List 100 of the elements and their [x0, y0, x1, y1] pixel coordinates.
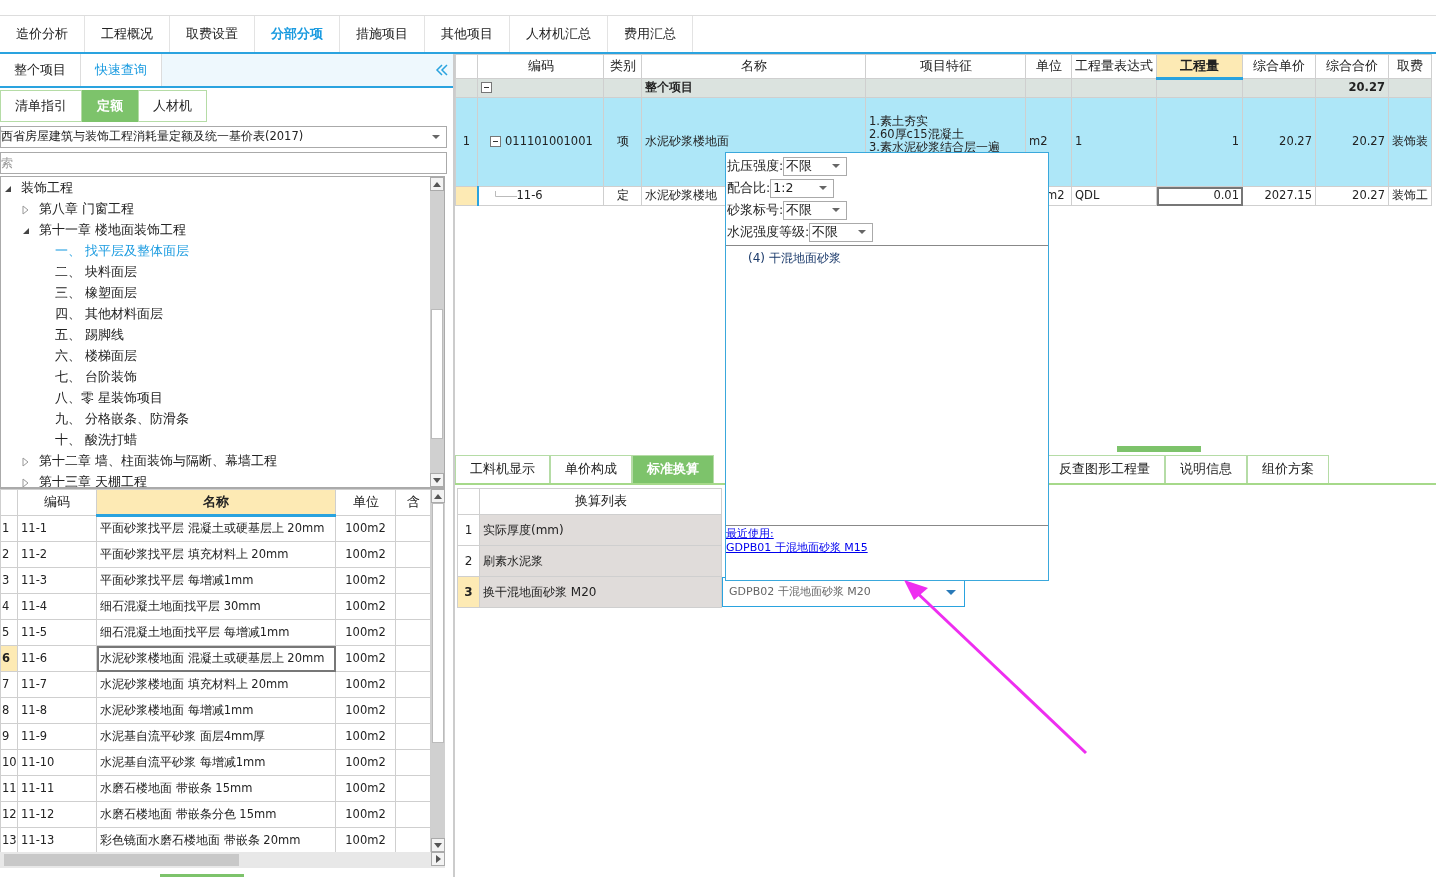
column-header[interactable]: 项目特征 [865, 54, 1026, 79]
column-header[interactable]: 综合合价 [1315, 54, 1389, 79]
table-cell: 细石混凝土地面找平层 30mm [96, 593, 336, 620]
scroll-up-button[interactable] [430, 177, 444, 191]
collapsed-icon[interactable] [21, 204, 31, 215]
table-cell: 100m2 [335, 801, 396, 828]
filter-label: 水泥强度等级: [727, 222, 810, 241]
tree-item[interactable]: 三、 橡塑面层 [55, 284, 137, 303]
tree-item[interactable]: 第十一章 楼地面装饰工程 [39, 221, 186, 240]
table-cell: 定 [603, 186, 642, 206]
tree-item[interactable]: 二、 块料面层 [55, 263, 137, 282]
table-cell: 11-9 [17, 723, 97, 750]
tree-item[interactable]: 六、 楼梯面层 [55, 347, 137, 366]
collapse-icon[interactable] [481, 82, 492, 94]
tree-item[interactable]: 八、零 星装饰项目 [55, 389, 163, 408]
tree-item[interactable]: 四、 其他材料面层 [55, 305, 163, 324]
filter-dropdown[interactable]: 不限 [809, 222, 874, 242]
tab[interactable]: 清单指引 [0, 90, 82, 122]
tree-item[interactable]: 五、 踢脚线 [55, 326, 124, 345]
filter-dropdown[interactable]: 不限 [783, 156, 848, 176]
right-arrow-icon [435, 855, 441, 863]
scroll-down-button[interactable] [431, 838, 445, 852]
column-header[interactable]: 编码 [477, 54, 604, 79]
column-header[interactable]: 名称 [96, 489, 336, 516]
tab[interactable]: 单价构成 [550, 455, 632, 483]
table-cell: 实际厚度(mm) [479, 514, 722, 546]
table-cell: 11-12 [17, 801, 97, 828]
column-header[interactable]: 取费 [1388, 54, 1432, 79]
scroll-up-button[interactable] [431, 489, 445, 503]
column-header[interactable]: 含 [395, 489, 431, 516]
column-header[interactable]: 名称 [641, 54, 866, 79]
tree-item[interactable]: 第十二章 墙、柱面装饰与隔断、幕墙工程 [39, 452, 277, 471]
row-number: 8 [0, 697, 18, 724]
filter-label: 抗压强度: [727, 156, 784, 175]
table-cell: 水磨石楼地面 带嵌条 15mm [96, 775, 336, 802]
row-number: 10 [0, 749, 18, 776]
row-number: 5 [0, 619, 18, 646]
column-header[interactable]: 单位 [1025, 54, 1072, 79]
recent-label[interactable]: 最近使用: [726, 527, 774, 541]
list-item[interactable]: (4) 干混地面砂浆 [748, 249, 1048, 267]
down-arrow-icon [434, 842, 442, 848]
collapsed-icon[interactable] [21, 456, 31, 467]
scroll-thumb[interactable] [431, 309, 443, 439]
tab[interactable]: 人材机 [138, 90, 207, 122]
tab[interactable]: 整个项目 [0, 54, 81, 86]
table-cell: 11-1 [17, 515, 97, 542]
row-number: 3 [0, 567, 18, 594]
table-cell: 100m2 [335, 567, 396, 594]
scroll-thumb[interactable] [432, 503, 444, 743]
tree-item[interactable]: 装饰工程 [21, 179, 73, 198]
tree-item[interactable]: 七、 台阶装饰 [55, 368, 137, 387]
column-header[interactable]: 工程量表达式 [1071, 54, 1157, 79]
tree-item[interactable]: 第八章 门窗工程 [39, 200, 134, 219]
tab[interactable]: 工料机显示 [455, 455, 550, 483]
resize-handle[interactable] [1117, 446, 1201, 452]
row-number: 6 [0, 645, 18, 672]
row-number: 11 [0, 775, 18, 802]
table-cell: 100m2 [335, 697, 396, 724]
table-cell: 装饰工 [1388, 186, 1432, 206]
filter-dropdown[interactable]: 不限 [783, 200, 848, 220]
row-number: 7 [0, 671, 18, 698]
row-number: 12 [0, 801, 18, 828]
column-header[interactable]: 编码 [17, 489, 97, 516]
column-header[interactable]: 换算列表 [479, 488, 722, 515]
feature-text: 1.素土夯实 2.60厚c15混凝土 3.素水泥砂浆结合层一遍 [869, 115, 1001, 154]
table-cell: 11-7 [17, 671, 97, 698]
scroll-down-button[interactable] [430, 473, 444, 487]
tree-item[interactable]: 第十三章 天棚工程 [39, 473, 147, 487]
table-cell: 11-6 [17, 645, 97, 672]
table-cell: 100m2 [335, 515, 396, 542]
tab[interactable]: 说明信息 [1165, 455, 1247, 483]
column-header[interactable]: 工程量 [1156, 54, 1243, 79]
table-cell: 0.01 [1156, 186, 1243, 206]
row-number: 1 [455, 97, 478, 187]
collapsed-icon[interactable] [21, 477, 31, 487]
collapse-icon[interactable] [490, 136, 501, 148]
recent-link[interactable]: GDPB01 干混地面砂浆 M15 [726, 541, 868, 555]
scroll-right-button[interactable] [431, 852, 445, 866]
up-arrow-icon [433, 181, 441, 187]
tree-item[interactable]: 十、 酸洗打蜡 [55, 431, 137, 450]
table-cell: QDL [1071, 186, 1157, 206]
table-cell: 1 [1156, 97, 1243, 187]
row-number: 9 [0, 723, 18, 750]
search-field[interactable]: 索 [0, 152, 447, 174]
library-dropdown[interactable]: 西省房屋建筑与装饰工程消耗量定额及统一基价表(2017) [0, 126, 447, 148]
table-cell: 11-2 [17, 541, 97, 568]
column-header[interactable]: 综合单价 [1242, 54, 1316, 79]
tree-item[interactable]: 九、 分格嵌条、防滑条 [55, 410, 189, 429]
filter-dropdown[interactable]: 1:2 [770, 178, 835, 198]
tab[interactable]: 组价方案 [1247, 455, 1329, 483]
table-cell: 11-10 [17, 749, 97, 776]
table-cell: 100m2 [335, 671, 396, 698]
row-number: 1 [0, 515, 18, 542]
table-cell: 水磨石楼地面 带嵌条分色 15mm [96, 801, 336, 828]
column-header[interactable]: 类别 [603, 54, 642, 79]
table-cell: 11-8 [17, 697, 97, 724]
row-number: 4 [0, 593, 18, 620]
scroll-thumb[interactable] [4, 854, 239, 866]
column-header[interactable]: 单位 [335, 489, 396, 516]
table-cell: 100m2 [335, 593, 396, 620]
